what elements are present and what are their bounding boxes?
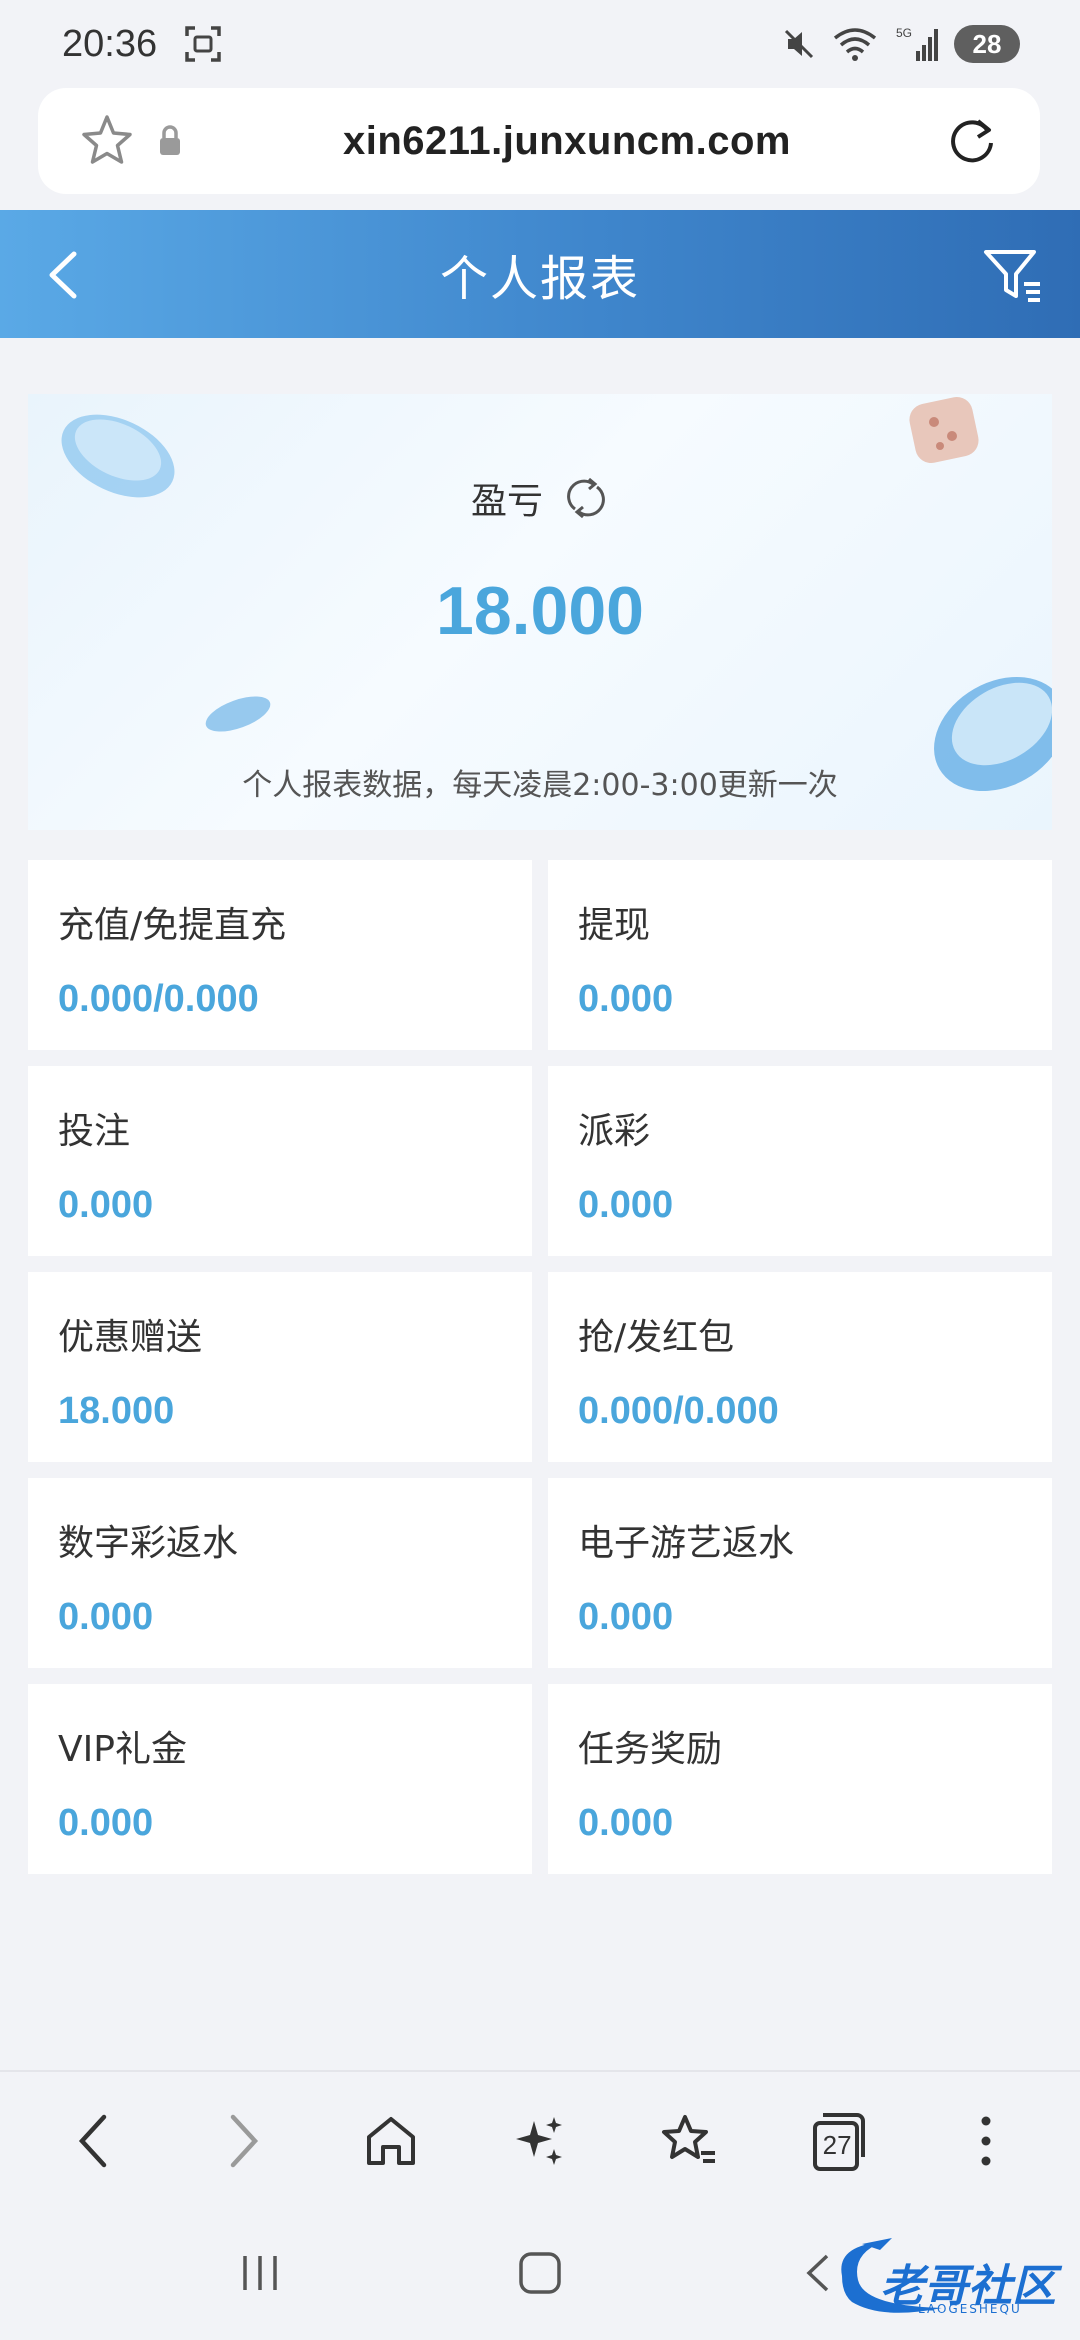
small-chip-decoration-icon — [205, 696, 271, 732]
screenshot-icon — [185, 26, 221, 62]
sparkle-icon — [515, 2117, 562, 2165]
stat-cell-withdraw: 提现 0.000 — [548, 860, 1052, 1050]
stats-grid: 充值/免提直充 0.000/0.000 提现 0.000 投注 0.000 派彩… — [28, 860, 1052, 1874]
reload-icon[interactable] — [944, 113, 1000, 169]
browser-back-button[interactable] — [54, 2101, 134, 2181]
dice-decoration-icon — [909, 396, 979, 464]
browser-toolbar: 27 — [0, 2070, 1080, 2210]
stat-label: 提现 — [578, 905, 651, 946]
stat-label: 充值/免提直充 — [58, 905, 287, 946]
stat-label: 派彩 — [578, 1111, 651, 1152]
tabs-button[interactable]: 27 — [797, 2101, 877, 2181]
profit-loss-card: 盈亏 18.000 个人报表数据，每天凌晨2:00-3:00更新一次 — [28, 394, 1052, 830]
wifi-icon — [833, 28, 877, 61]
stat-label: 抢/发红包 — [578, 1317, 735, 1358]
browser-forward-button[interactable] — [203, 2101, 283, 2181]
forward-icon — [230, 2114, 258, 2168]
watermark-logo: 老哥社区 LAOGESHEQU — [822, 2236, 1062, 2320]
refresh-icon[interactable] — [563, 475, 609, 521]
status-time: 20:36 — [62, 22, 158, 65]
page-title: 个人报表 — [439, 251, 640, 307]
home-square-icon — [519, 2252, 561, 2294]
stat-cell-task-reward: 任务奖励 0.000 — [548, 1684, 1052, 1874]
stat-cell-red-packet: 抢/发红包 0.000/0.000 — [548, 1272, 1052, 1462]
stat-value: 0.000 — [578, 1184, 674, 1226]
stat-value: 0.000/0.000 — [58, 978, 259, 1020]
stat-value: 0.000 — [58, 1802, 154, 1844]
stat-label: 投注 — [58, 1111, 131, 1152]
stat-cell-payout: 派彩 0.000 — [548, 1066, 1052, 1256]
recent-apps-icon — [243, 2256, 277, 2290]
stat-label: 电子游艺返水 — [578, 1523, 795, 1564]
profit-loss-value: 18.000 — [436, 573, 644, 649]
filter-icon[interactable] — [982, 246, 1044, 306]
stat-cell-egame-rebate: 电子游艺返水 0.000 — [548, 1478, 1052, 1668]
recent-apps-button[interactable] — [235, 2248, 285, 2302]
stat-value: 0.000 — [58, 1596, 154, 1638]
address-bar[interactable]: xin6211.junxuncm.com — [38, 88, 1040, 194]
app-header: 个人报表 — [0, 210, 1080, 338]
status-bar: 20:36 5G 28 — [0, 0, 1080, 88]
bookmarks-button[interactable] — [649, 2101, 729, 2181]
ai-sparkle-button[interactable] — [500, 2101, 580, 2181]
stat-cell-deposit: 充值/免提直充 0.000/0.000 — [28, 860, 532, 1050]
address-bar-container: xin6211.junxuncm.com — [38, 88, 1040, 194]
stat-cell-vip-gift: VIP礼金 0.000 — [28, 1684, 532, 1874]
stat-cell-lottery-rebate: 数字彩返水 0.000 — [28, 1478, 532, 1668]
stat-value: 0.000 — [578, 978, 674, 1020]
back-icon — [79, 2114, 107, 2168]
bookmark-star-icon[interactable] — [78, 112, 136, 170]
home-button[interactable] — [351, 2101, 431, 2181]
stat-label: 优惠赠送 — [58, 1317, 203, 1358]
more-vertical-icon — [981, 2116, 991, 2166]
stat-value: 0.000 — [58, 1184, 154, 1226]
watermark-subtext: LAOGESHEQU — [918, 2302, 1022, 2316]
stat-value: 18.000 — [58, 1390, 175, 1432]
update-note: 个人报表数据，每天凌晨2:00-3:00更新一次 — [242, 768, 838, 803]
profit-loss-label: 盈亏 — [470, 481, 543, 522]
stat-label: 数字彩返水 — [58, 1523, 239, 1564]
more-menu-button[interactable] — [946, 2101, 1026, 2181]
stat-label: VIP礼金 — [58, 1729, 187, 1770]
battery-indicator: 28 — [954, 25, 1020, 63]
home-icon — [367, 2117, 416, 2165]
url-text[interactable]: xin6211.junxuncm.com — [190, 119, 944, 164]
mute-icon — [784, 29, 814, 59]
svg-text:5G: 5G — [896, 26, 912, 40]
stat-cell-bonus: 优惠赠送 18.000 — [28, 1272, 532, 1462]
bookmarks-star-icon — [661, 2115, 715, 2163]
stat-value: 0.000 — [578, 1596, 674, 1638]
back-arrow-icon[interactable] — [40, 248, 90, 302]
stat-value: 0.000 — [578, 1802, 674, 1844]
stat-label: 任务奖励 — [578, 1729, 723, 1770]
tabs-count: 27 — [822, 2129, 852, 2160]
lock-icon — [160, 125, 180, 155]
home-nav-button[interactable] — [515, 2248, 565, 2302]
stat-value: 0.000/0.000 — [578, 1390, 779, 1432]
stat-cell-bet: 投注 0.000 — [28, 1066, 532, 1256]
signal-5g-icon: 5G — [896, 26, 938, 61]
